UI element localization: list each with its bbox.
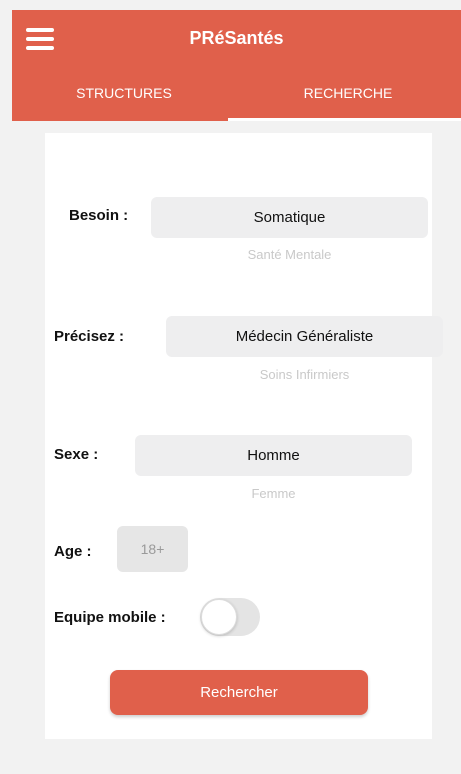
- sexe-picker[interactable]: Homme: [135, 435, 412, 476]
- sexe-label: Sexe :: [54, 446, 99, 463]
- active-tab-indicator: [228, 118, 461, 121]
- precisez-next-option[interactable]: Soins Infirmiers: [166, 367, 443, 382]
- age-input[interactable]: 18+: [117, 526, 188, 572]
- rechercher-button[interactable]: Rechercher: [110, 670, 368, 715]
- equipe-mobile-toggle[interactable]: [200, 598, 260, 636]
- equipe-mobile-label: Equipe mobile :: [54, 609, 166, 626]
- precisez-label: Précisez :: [54, 328, 125, 345]
- sexe-next-option[interactable]: Femme: [135, 486, 412, 501]
- age-label: Age :: [54, 543, 92, 560]
- app-header: PRéSantés STRUCTURES RECHERCHE: [12, 10, 461, 121]
- app-title: PRéSantés: [189, 28, 284, 48]
- tab-recherche[interactable]: RECHERCHE: [236, 84, 460, 121]
- precisez-picker[interactable]: Médecin Généraliste: [166, 316, 443, 357]
- besoin-picker[interactable]: Somatique: [151, 197, 428, 238]
- tab-structures[interactable]: STRUCTURES: [12, 84, 236, 121]
- toggle-knob: [201, 599, 237, 635]
- besoin-next-option[interactable]: Santé Mentale: [151, 247, 428, 262]
- besoin-label: Besoin :: [69, 207, 129, 224]
